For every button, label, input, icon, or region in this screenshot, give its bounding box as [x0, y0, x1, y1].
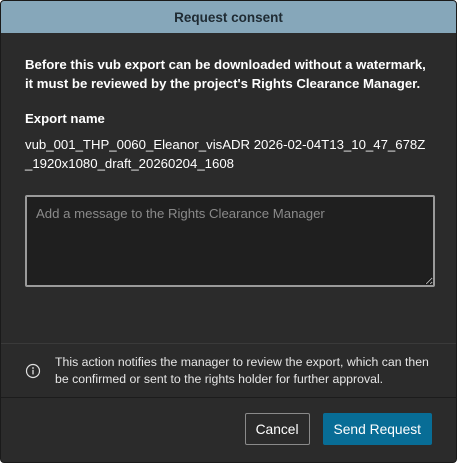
cancel-button[interactable]: Cancel: [244, 413, 310, 445]
message-input[interactable]: [25, 195, 435, 287]
dialog-title-bar: Request consent: [1, 1, 456, 33]
request-consent-dialog: Request consent Before this vub export c…: [0, 0, 457, 463]
intro-text: Before this vub export can be downloaded…: [25, 57, 426, 91]
dialog-title: Request consent: [174, 9, 283, 25]
info-icon: [25, 363, 41, 379]
info-notice: This action notifies the manager to revi…: [1, 343, 456, 398]
dialog-body: Before this vub export can be downloaded…: [1, 33, 456, 287]
notice-text: This action notifies the manager to revi…: [55, 355, 429, 386]
export-name-value: vub_001_THP_0060_Eleanor_visADR 2026-02-…: [25, 137, 426, 171]
send-request-button[interactable]: Send Request: [322, 413, 432, 445]
export-name-label: Export name: [25, 111, 105, 126]
dialog-footer: Cancel Send Request: [1, 398, 456, 462]
